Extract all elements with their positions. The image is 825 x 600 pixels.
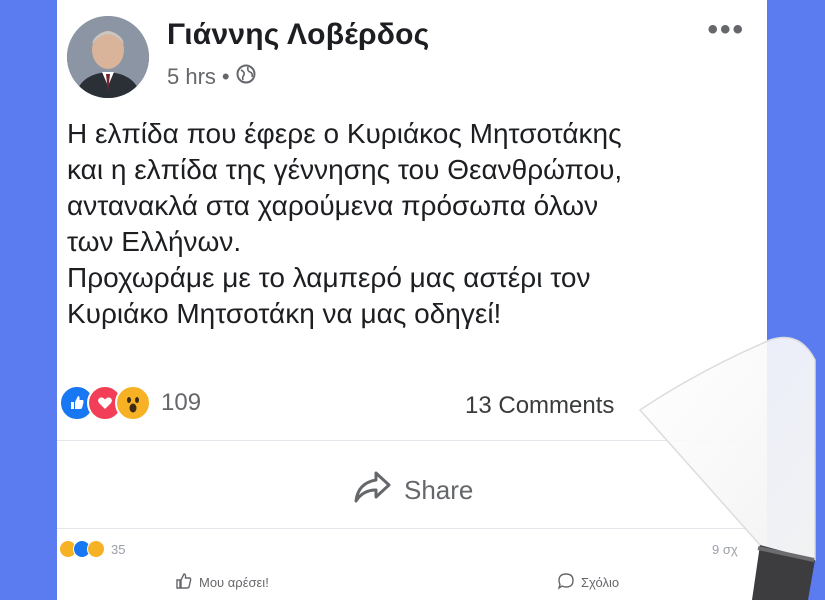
like-label: Μου αρέσει! [199,575,269,590]
post-text-line: Προχωράμε με το λαμπερό μας αστέρι τον [67,262,591,293]
post-text-line: και η ελπίδα της γέννησης του Θεανθρώπου… [67,154,623,185]
post-text: Η ελπίδα που έφερε ο Κυριάκος Μητσοτάκης… [67,116,757,332]
post-meta: 5 hrs • [167,64,256,90]
post-text-line: Κυριάκο Μητσοτάκη να μας οδηγεί! [67,298,502,329]
author-avatar[interactable] [67,16,149,98]
share-icon [352,470,392,511]
lower-reactions-summary[interactable]: 35 [59,540,125,558]
author-name[interactable]: Γιάννης Λοβέρδος [167,18,429,52]
globe-icon [236,64,256,90]
divider [57,440,767,441]
post-card: Γιάννης Λοβέρδος 5 hrs • ••• Η ελπίδα πο… [57,0,767,600]
like-button[interactable]: Μου αρέσει! [175,572,269,593]
comment-icon [557,572,575,593]
post-text-line: Η ελπίδα που έφερε ο Κυριάκος Μητσοτάκης [67,118,622,149]
wow-icon [115,385,151,421]
more-options-button[interactable]: ••• [707,15,745,45]
share-label: Share [404,475,474,505]
divider [57,528,767,529]
share-button[interactable]: Share [352,470,473,511]
comment-button[interactable]: Σχόλιο [557,572,619,593]
post-text-line: των Ελλήνων. [67,226,242,257]
lower-comments-count[interactable]: 9 σχ [712,542,738,557]
comment-label: Σχόλιο [581,575,620,590]
sad-icon [87,540,105,558]
reactions-summary[interactable]: 109 [59,385,201,421]
meta-separator: • [221,64,230,89]
avatar-photo [67,16,149,98]
thumbs-up-icon [175,572,193,593]
comments-count[interactable]: 13 Comments [465,392,614,420]
reaction-count: 109 [161,389,202,416]
post-text-line: αντανακλά στα χαρούμενα πρόσωπα όλων [67,190,599,221]
lower-reaction-count: 35 [111,541,126,557]
post-time[interactable]: 5 hrs [167,64,216,90]
